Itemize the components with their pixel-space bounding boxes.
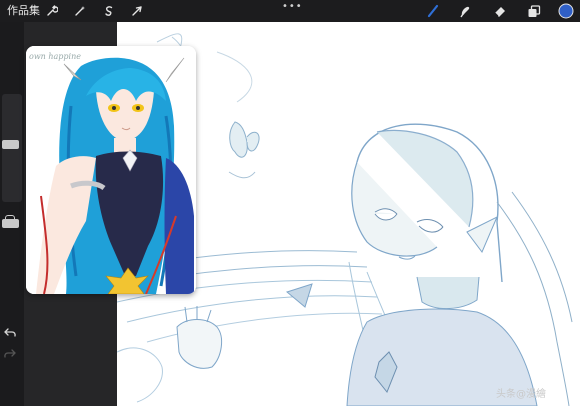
gallery-button[interactable]: 作品集 bbox=[7, 3, 40, 19]
brush-size-thumb[interactable] bbox=[2, 140, 19, 149]
color-swatch-icon[interactable] bbox=[558, 3, 574, 19]
brush-icon[interactable] bbox=[425, 3, 441, 19]
eraser-icon[interactable] bbox=[492, 3, 508, 19]
left-sidebar bbox=[0, 22, 24, 406]
watermark-text: 头条@漫繪 bbox=[496, 389, 546, 400]
reference-artwork bbox=[26, 46, 196, 294]
undo-icon[interactable] bbox=[3, 327, 17, 342]
transform-arrow-icon[interactable] bbox=[129, 3, 145, 19]
reference-image-panel[interactable]: own happine bbox=[26, 46, 196, 294]
more-options-icon[interactable]: ••• bbox=[282, 2, 302, 12]
brush-size-slider[interactable] bbox=[2, 94, 22, 202]
layers-icon[interactable] bbox=[526, 3, 542, 19]
wrench-icon[interactable] bbox=[44, 3, 60, 19]
magic-wand-icon[interactable] bbox=[72, 3, 88, 19]
selection-icon[interactable] bbox=[101, 3, 117, 19]
opacity-slider-thumb[interactable] bbox=[2, 219, 19, 228]
smudge-icon[interactable] bbox=[457, 3, 473, 19]
reference-caption: own happine bbox=[29, 52, 81, 61]
redo-icon[interactable] bbox=[3, 348, 17, 363]
top-toolbar: 作品集 ••• bbox=[0, 0, 580, 22]
